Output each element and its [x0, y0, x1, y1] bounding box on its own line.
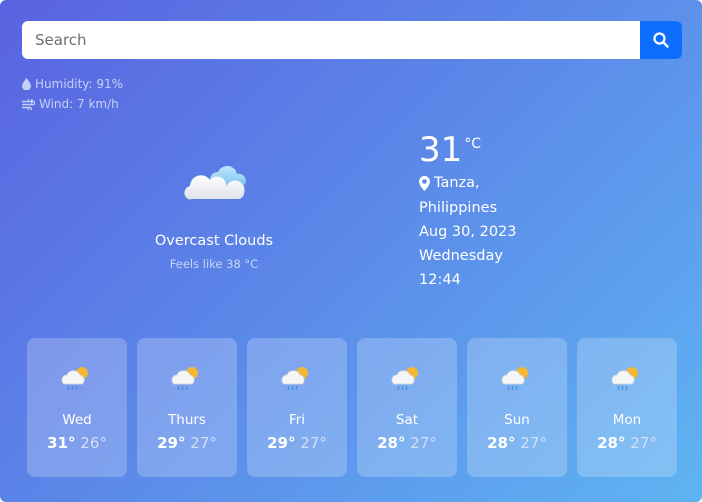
location-city: Tanza, [434, 175, 480, 191]
forecast-card: Sat 28° 27° [357, 338, 457, 477]
current-temperature: 31 °C [419, 128, 481, 172]
wind-info: Wind: 7 km/h [22, 97, 119, 111]
forecast-card: Mon 28° 27° [577, 338, 677, 477]
location-country: Philippines [419, 200, 498, 216]
forecast-list: Wed 31° 26° Thurs 29° 27° Fri 29° 27° Sa… [27, 338, 677, 477]
forecast-low: 27° [300, 434, 327, 452]
forecast-temps: 29° 27° [247, 434, 347, 452]
search-button[interactable] [640, 21, 682, 59]
search-input[interactable] [22, 21, 640, 59]
forecast-high: 28° [597, 434, 626, 452]
weekday-text: Wednesday [419, 248, 503, 264]
forecast-card: Sun 28° 27° [467, 338, 567, 477]
forecast-low: 27° [630, 434, 657, 452]
location: Tanza, [419, 175, 480, 191]
rain-sun-icon [500, 364, 534, 396]
forecast-day: Sat [395, 412, 419, 428]
forecast-high: 28° [487, 434, 516, 452]
rain-sun-icon [60, 364, 94, 396]
forecast-temps: 28° 27° [467, 434, 567, 452]
forecast-temps: 29° 27° [137, 434, 237, 452]
search-bar [22, 21, 682, 59]
forecast-day: Fri [288, 412, 306, 428]
cloud-icon [184, 165, 246, 200]
humidity-text: Humidity: 91% [35, 77, 124, 91]
forecast-temps: 28° 27° [357, 434, 457, 452]
rain-sun-icon [170, 364, 204, 396]
temperature-unit: °C [464, 136, 482, 152]
location-pin-icon [419, 175, 430, 191]
forecast-card: Wed 31° 26° [27, 338, 127, 477]
forecast-card: Thurs 29° 27° [137, 338, 237, 477]
condition-text: Overcast Clouds [154, 233, 274, 249]
forecast-high: 29° [267, 434, 296, 452]
rain-sun-icon [610, 364, 644, 396]
feels-like-text: Feels like 38 °C [169, 257, 259, 271]
forecast-low: 26° [80, 434, 107, 452]
weather-card: Humidity: 91% Wind: 7 km/h Overcast Clou… [0, 0, 702, 502]
forecast-day: Thurs [168, 412, 206, 428]
forecast-low: 27° [410, 434, 437, 452]
search-icon [653, 32, 669, 48]
droplet-icon [22, 78, 31, 90]
forecast-low: 27° [190, 434, 217, 452]
forecast-high: 28° [377, 434, 406, 452]
forecast-day: Wed [62, 412, 92, 428]
forecast-temps: 31° 26° [27, 434, 127, 452]
forecast-low: 27° [520, 434, 547, 452]
forecast-day: Sun [504, 412, 530, 428]
humidity-info: Humidity: 91% [22, 77, 123, 91]
time-text: 12:44 [419, 272, 461, 288]
forecast-day: Mon [612, 412, 642, 428]
forecast-high: 29° [157, 434, 186, 452]
rain-sun-icon [390, 364, 424, 396]
forecast-high: 31° [47, 434, 76, 452]
wind-icon [22, 98, 35, 110]
rain-sun-icon [280, 364, 314, 396]
date-text: Aug 30, 2023 [419, 224, 517, 240]
wind-text: Wind: 7 km/h [39, 97, 119, 111]
forecast-temps: 28° 27° [577, 434, 677, 452]
forecast-card: Fri 29° 27° [247, 338, 347, 477]
temperature-value: 31 [419, 130, 463, 170]
